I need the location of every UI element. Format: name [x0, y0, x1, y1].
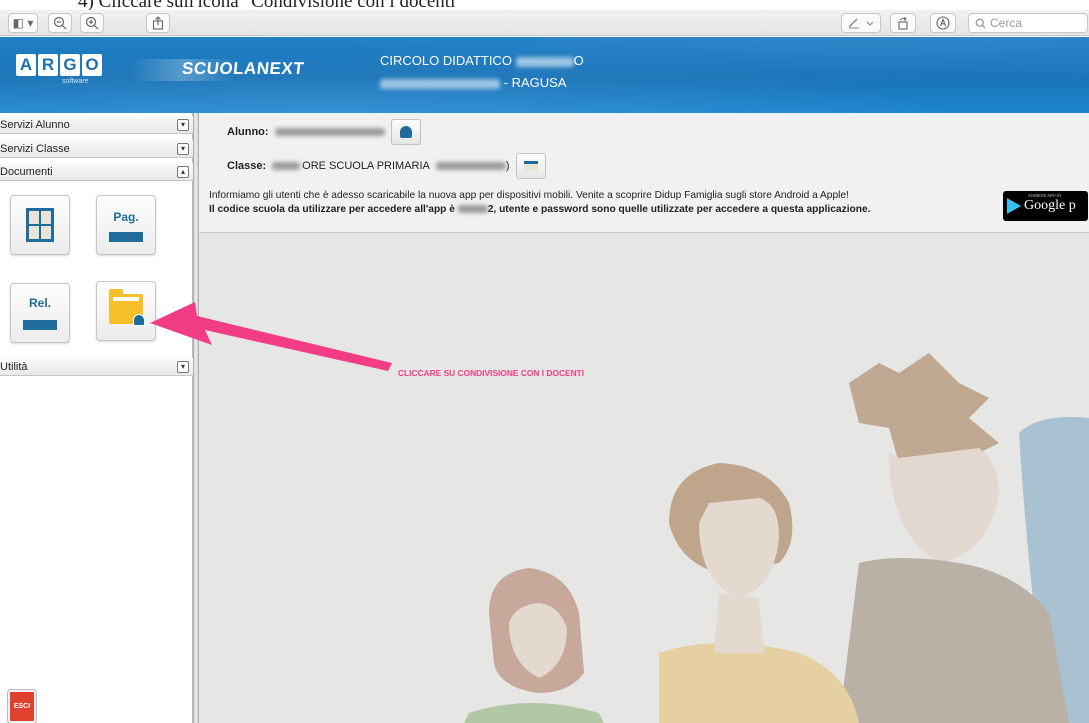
menu-section-utilita[interactable]: Utilità ▾ — [0, 358, 193, 376]
relazioni-tile-button[interactable]: Rel. — [10, 283, 70, 343]
report-card-icon — [109, 232, 143, 242]
badge-caption: ANDROID APP ON — [1028, 193, 1062, 198]
tile-label: Rel. — [28, 296, 51, 310]
condivisione-docenti-tile-button[interactable] — [96, 281, 156, 341]
school-code-text-b: 2, utente e password sono quelle utilizz… — [487, 204, 871, 215]
classe-label: Classe: — [227, 160, 267, 172]
class-icon — [523, 161, 538, 171]
play-store-icon — [1007, 198, 1021, 214]
google-play-badge[interactable]: ANDROID APP ON Google p — [1003, 191, 1088, 221]
markup-button[interactable] — [841, 13, 881, 33]
school-city: - RAGUSA — [503, 75, 567, 90]
bacheca-tile-button[interactable] — [10, 195, 70, 255]
screenshot-root: 4) Cliccare sull'icona "Condivisione con… — [0, 0, 1089, 723]
alunno-row: Alunno: — [227, 119, 421, 145]
exit-button[interactable]: ESCI — [8, 690, 36, 723]
badge-label: Google p — [1024, 198, 1076, 213]
class-name: ORE SCUOLA PRIMARIA — [302, 160, 430, 172]
collapse-icon[interactable]: ▴ — [177, 166, 189, 178]
redacted-text — [274, 128, 385, 136]
classe-row: Classe: ORE SCUOLA PRIMARIA ) — [227, 153, 546, 179]
app-announcement: Informiamo gli utenti che è adesso scari… — [209, 190, 849, 201]
class-name-end: ) — [505, 160, 510, 172]
menu-section-documenti[interactable]: Documenti ▴ — [0, 163, 193, 181]
redacted-text — [380, 78, 500, 89]
rotate-icon — [898, 17, 908, 30]
menu-section-label: Servizi Classe — [0, 142, 70, 155]
pen-icon — [848, 18, 874, 29]
expand-icon[interactable]: ▾ — [177, 119, 189, 131]
zoom-out-button[interactable] — [48, 13, 72, 33]
alunno-label: Alunno: — [227, 126, 269, 138]
search-placeholder: Cerca — [990, 16, 1023, 30]
student-icon — [399, 126, 412, 138]
preview-toolbar: ◧ ▾ Cerca — [0, 10, 1089, 36]
family-illustration — [199, 233, 1089, 723]
share-button[interactable] — [146, 13, 170, 33]
rotate-button[interactable] — [890, 13, 916, 33]
logo-letter: O — [82, 54, 102, 76]
teacher-icon — [133, 314, 145, 326]
logo-subtitle: software — [62, 78, 89, 85]
zoom-in-icon — [85, 16, 99, 30]
sidebar-toggle-button[interactable]: ◧ ▾ — [8, 13, 38, 33]
product-name: SCUOLANEXT — [181, 59, 306, 78]
search-field[interactable]: Cerca — [968, 13, 1088, 33]
menu-section-servizi-classe[interactable]: Servizi Classe ▾ — [0, 140, 193, 158]
report-icon — [23, 320, 57, 330]
home-illustration — [199, 233, 1089, 723]
school-name-suffix: O — [573, 53, 584, 68]
school-code-notice: Il codice scuola da utilizzare per acced… — [209, 204, 870, 215]
app-header: A R G O software SCUOLANEXT CIRCOLO DIDA… — [0, 37, 1089, 113]
menu-section-label: Servizi Alunno — [0, 118, 70, 131]
menu-section-label: Documenti — [0, 165, 53, 178]
redacted-text — [515, 56, 574, 67]
tile-label: Pag. — [113, 210, 139, 224]
share-icon — [152, 16, 164, 30]
pagella-tile-button[interactable]: Pag. — [96, 195, 156, 255]
menu-section-servizi-alunno[interactable]: Servizi Alunno ▾ — [0, 116, 193, 134]
zoom-in-button[interactable] — [80, 13, 104, 33]
select-student-button[interactable] — [390, 119, 421, 145]
redacted-text — [272, 162, 301, 170]
logo-letter: G — [60, 54, 80, 76]
menu-section-label: Utilità — [0, 360, 28, 373]
school-code-text-a: Il codice scuola da utilizzare per acced… — [209, 204, 455, 215]
annotation-label: CLICCARE SU CONDIVISIONE CON I DOCENTI — [398, 368, 585, 378]
noticeboard-icon — [26, 208, 54, 242]
school-name-prefix: CIRCOLO DIDATTICO — [380, 53, 512, 68]
logo-letter: A — [16, 54, 36, 76]
annotate-button[interactable] — [930, 13, 956, 33]
zoom-out-icon — [53, 16, 67, 30]
redacted-text — [457, 205, 488, 214]
shared-folder-icon — [109, 289, 145, 326]
select-class-button[interactable] — [515, 153, 546, 179]
argo-logo: A R G O — [16, 54, 102, 76]
logo-letter: R — [38, 54, 58, 76]
expand-icon[interactable]: ▾ — [177, 361, 189, 373]
school-address: - RAGUSA — [380, 75, 566, 90]
student-info-bar: Alunno: Classe: ORE SCUOLA PRIMARIA ) In… — [199, 113, 1089, 233]
search-icon — [975, 18, 986, 29]
left-menu-panel: Servizi Alunno ▾ Servizi Classe ▾ Docume… — [0, 113, 193, 723]
redacted-text — [435, 162, 506, 170]
expand-icon[interactable]: ▾ — [177, 143, 189, 155]
annotate-icon — [936, 16, 950, 30]
school-name: CIRCOLO DIDATTICO O — [380, 53, 584, 68]
